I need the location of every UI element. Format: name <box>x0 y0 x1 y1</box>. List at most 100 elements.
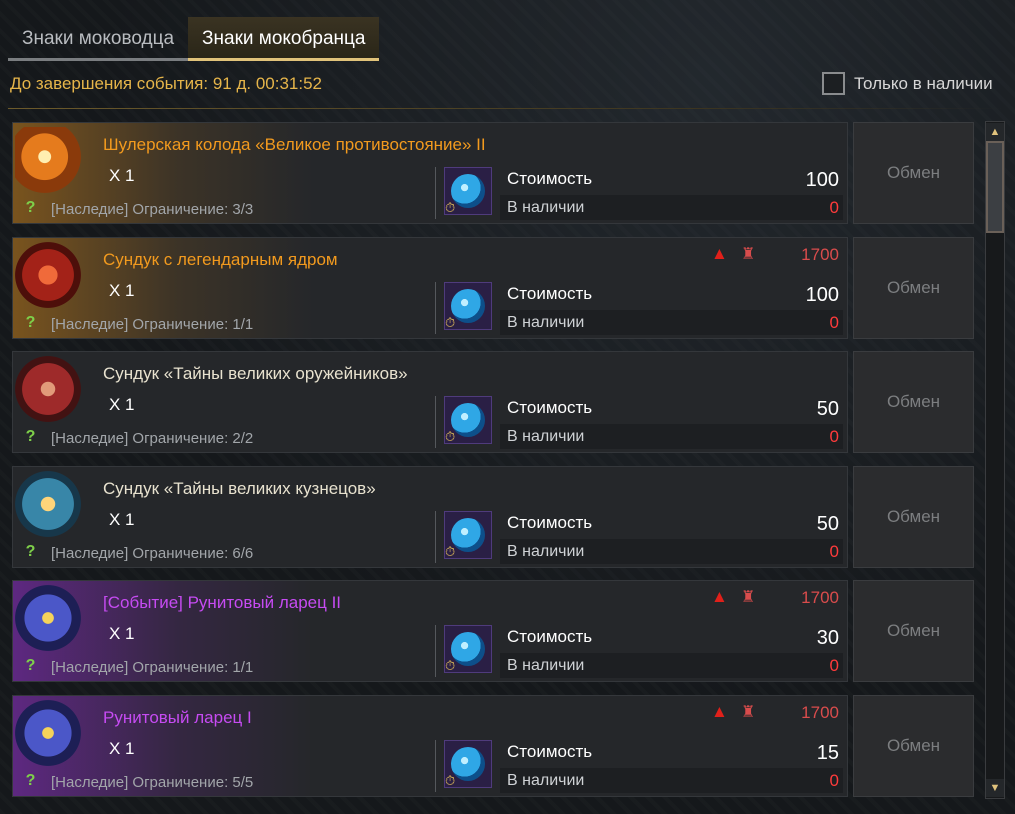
item-card: Сундук «Тайны великих кузнецов» X 1 ? [Н… <box>12 466 848 568</box>
exchange-button[interactable]: Обмен <box>853 122 974 224</box>
help-icon[interactable]: ? <box>21 313 40 332</box>
item-quantity: X 1 <box>109 281 135 300</box>
item-card: Сундук «Тайны великих оружейников» X 1 ?… <box>12 351 848 453</box>
item-name: Рунитовый ларец I <box>103 708 252 727</box>
requirement-value: 1700 <box>801 703 839 722</box>
helmet-icon: ♜ <box>741 704 756 721</box>
cost-value: 50 <box>816 513 839 535</box>
cost-value: 15 <box>816 742 839 764</box>
in-stock-label: В наличии <box>507 428 585 445</box>
item-card: Шулерская колода «Великое противостояние… <box>12 122 848 224</box>
item-row: Сундук с легендарным ядром X 1 ? [Наслед… <box>12 237 974 339</box>
item-row: Шулерская колода «Великое противостояние… <box>12 122 974 224</box>
in-stock-label: В наличии <box>507 314 585 331</box>
currency-coin-icon <box>444 511 492 560</box>
scroll-down-icon[interactable]: ▼ <box>986 779 1004 797</box>
exchange-button[interactable]: Обмен <box>853 695 974 797</box>
helmet-icon: ♜ <box>741 246 756 263</box>
separator <box>435 282 436 334</box>
separator <box>435 396 436 448</box>
exchange-button[interactable]: Обмен <box>853 580 974 682</box>
item-name: Шулерская колода «Великое противостояние… <box>103 135 486 154</box>
exchange-button[interactable]: Обмен <box>853 351 974 453</box>
scrollbar-thumb[interactable] <box>986 141 1004 233</box>
item-row: Рунитовый ларец I X 1 ? [Наследие] Огран… <box>12 695 974 797</box>
item-name: Сундук «Тайны великих оружейников» <box>103 364 408 383</box>
help-icon[interactable]: ? <box>21 656 40 675</box>
helmet-icon: ♜ <box>741 589 756 606</box>
help-icon[interactable]: ? <box>21 198 40 217</box>
cost-label: Стоимость <box>507 284 593 303</box>
cost-value: 50 <box>816 398 839 420</box>
tab-mokovodets-marks[interactable]: Знаки моководца <box>8 17 189 61</box>
tab-bar: Знаки моководца Знаки мокобранца <box>8 17 380 61</box>
runic-chest-icon[interactable] <box>15 700 81 766</box>
currency-coin-icon <box>444 282 492 331</box>
exchange-button[interactable]: Обмен <box>853 466 974 568</box>
in-stock-label: В наличии <box>507 657 585 674</box>
item-card: Сундук с легендарным ядром X 1 ? [Наслед… <box>12 237 848 339</box>
blacksmith-chest-icon[interactable] <box>15 471 81 537</box>
cost-label: Стоимость <box>507 398 593 417</box>
runic-chest-icon[interactable] <box>15 585 81 651</box>
limit-text: [Наследие] Ограничение: 2/2 <box>51 430 254 447</box>
item-row: [Событие] Рунитовый ларец II X 1 ? [Насл… <box>12 580 974 682</box>
cost-value: 100 <box>805 169 839 191</box>
help-icon[interactable]: ? <box>21 427 40 446</box>
item-quantity: X 1 <box>109 624 135 643</box>
cost-label: Стоимость <box>507 742 593 761</box>
item-card: [Событие] Рунитовый ларец II X 1 ? [Насл… <box>12 580 848 682</box>
item-row: Сундук «Тайны великих кузнецов» X 1 ? [Н… <box>12 466 974 568</box>
item-quantity: X 1 <box>109 739 135 758</box>
exchange-button[interactable]: Обмен <box>853 237 974 339</box>
limit-text: [Наследие] Ограничение: 3/3 <box>51 201 254 218</box>
help-icon[interactable]: ? <box>21 542 40 561</box>
in-stock-value: 0 <box>829 656 839 675</box>
limit-text: [Наследие] Ограничение: 6/6 <box>51 545 254 562</box>
only-in-stock-filter[interactable]: Только в наличии <box>822 72 993 95</box>
item-quantity: X 1 <box>109 510 135 529</box>
cost-label: Стоимость <box>507 627 593 646</box>
tab-mokobranets-marks[interactable]: Знаки мокобранца <box>188 17 380 61</box>
requirement-value: 1700 <box>801 245 839 264</box>
in-stock-value: 0 <box>829 542 839 561</box>
item-name: Сундук с легендарным ядром <box>103 250 338 269</box>
limit-text: [Наследие] Ограничение: 1/1 <box>51 659 254 676</box>
scroll-up-icon[interactable]: ▲ <box>986 123 1004 141</box>
currency-coin-icon <box>444 625 492 674</box>
separator <box>435 167 436 219</box>
event-timer: До завершения события: 91 д. 00:31:52 <box>10 74 322 93</box>
only-in-stock-label: Только в наличии <box>854 73 993 93</box>
warning-icon: ▲ <box>711 702 728 721</box>
warning-icon: ▲ <box>711 587 728 606</box>
only-in-stock-checkbox[interactable] <box>822 72 845 95</box>
item-quantity: X 1 <box>109 166 135 185</box>
currency-coin-icon <box>444 740 492 789</box>
separator <box>435 740 436 792</box>
in-stock-value: 0 <box>829 771 839 790</box>
in-stock-label: В наличии <box>507 543 585 560</box>
separator <box>435 625 436 677</box>
limit-text: [Наследие] Ограничение: 1/1 <box>51 316 254 333</box>
requirement-value: 1700 <box>801 588 839 607</box>
in-stock-label: В наличии <box>507 772 585 789</box>
warning-icon: ▲ <box>711 244 728 263</box>
item-name: Сундук «Тайны великих кузнецов» <box>103 479 376 498</box>
cost-label: Стоимость <box>507 513 593 532</box>
item-card: Рунитовый ларец I X 1 ? [Наследие] Огран… <box>12 695 848 797</box>
legendary-chest-icon[interactable] <box>15 242 81 308</box>
item-name: [Событие] Рунитовый ларец II <box>103 593 342 612</box>
separator <box>435 511 436 563</box>
weaponsmith-chest-icon[interactable] <box>15 356 81 422</box>
currency-coin-icon <box>444 167 492 216</box>
divider <box>8 108 1004 109</box>
cost-label: Стоимость <box>507 169 593 188</box>
help-icon[interactable]: ? <box>21 771 40 790</box>
in-stock-value: 0 <box>829 427 839 446</box>
item-row: Сундук «Тайны великих оружейников» X 1 ?… <box>12 351 974 453</box>
in-stock-value: 0 <box>829 313 839 332</box>
in-stock-value: 0 <box>829 198 839 217</box>
cost-value: 100 <box>805 284 839 306</box>
cost-value: 30 <box>816 627 839 649</box>
card-deck-icon[interactable] <box>15 127 81 193</box>
